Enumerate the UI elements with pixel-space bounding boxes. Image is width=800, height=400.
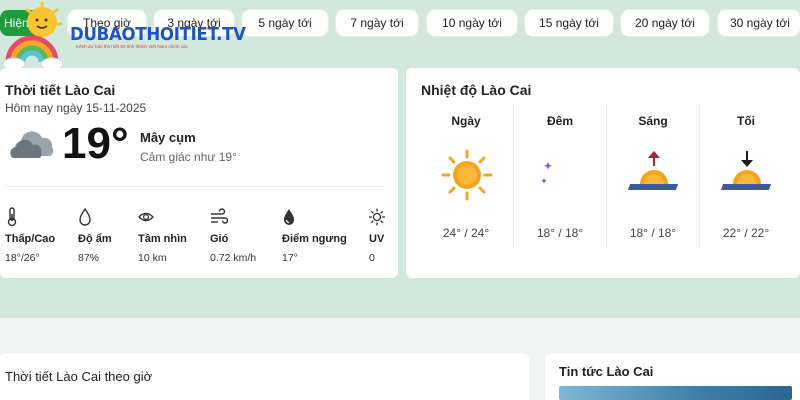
- droplet-icon: [79, 207, 91, 226]
- divider: [5, 186, 383, 187]
- period-night: Đêm 18° / 18°: [514, 104, 606, 248]
- sun-uv-icon: [369, 208, 385, 226]
- tab-15-ngay[interactable]: 15 ngày tới: [525, 10, 613, 36]
- stat-value: 0: [369, 252, 375, 264]
- news-title[interactable]: Tin tức Lào Cai: [559, 364, 653, 379]
- tab-30-ngay[interactable]: 30 ngày tới: [718, 10, 800, 36]
- current-date: Hôm nay ngày 15-11-2025: [5, 101, 147, 115]
- stat-wind: Gió 0.72 km/h: [210, 207, 282, 264]
- stat-label: Thấp/Cao: [5, 233, 56, 245]
- stat-value: 10 km: [138, 252, 167, 264]
- current-temperature: 19°: [62, 119, 129, 168]
- sun-icon: [441, 149, 493, 201]
- stat-label: Gió: [210, 233, 229, 245]
- moon-stars-icon: [540, 154, 578, 193]
- feels-like: Cảm giác như 19°: [140, 150, 237, 164]
- logo-tagline: Kênh dự báo thời tiết 63 tỉnh thành Việt…: [76, 44, 188, 49]
- tab-label: 30 ngày tới: [730, 16, 790, 30]
- eye-icon: [138, 212, 154, 222]
- thermometer-icon: [7, 207, 17, 227]
- rainbow-sun-logo-icon: [2, 2, 64, 70]
- period-value: 24° / 24°: [442, 226, 490, 240]
- sunrise-icon: [628, 151, 678, 190]
- period-label: Sáng: [638, 114, 668, 128]
- tab-10-ngay[interactable]: 10 ngày tới: [427, 10, 517, 36]
- stat-visibility: Tầm nhìn 10 km: [138, 207, 210, 264]
- stat-low-high: Thấp/Cao 18°/26°: [5, 207, 77, 264]
- period-label: Tối: [737, 114, 755, 128]
- temperature-title: Nhiệt độ Lào Cai: [421, 82, 532, 98]
- site-logo[interactable]: DUBAOTHOITIET.TV Kênh dự báo thời tiết 6…: [2, 2, 246, 70]
- period-value: 18° / 18°: [629, 226, 677, 240]
- period-evening: Tối 22° / 22°: [700, 104, 792, 248]
- tab-label: 20 ngày tới: [635, 16, 695, 30]
- stat-label: UV: [369, 233, 385, 245]
- stat-label: Điểm ngưng: [282, 233, 347, 245]
- stat-value: 0.72 km/h: [210, 252, 257, 264]
- tab-5-ngay[interactable]: 5 ngày tới: [242, 10, 328, 36]
- hourly-title: Thời tiết Lào Cai theo giờ: [5, 369, 153, 384]
- stat-value: 18°/26°: [5, 252, 40, 264]
- tab-7-ngay[interactable]: 7 ngày tới: [336, 10, 418, 36]
- tab-20-ngay[interactable]: 20 ngày tới: [621, 10, 709, 36]
- cloud-icon: [10, 131, 54, 158]
- dew-drop-icon: [284, 209, 294, 225]
- current-weather-title: Thời tiết Lào Cai: [5, 82, 116, 98]
- tab-label: 15 ngày tới: [539, 16, 599, 30]
- stat-value: 17°: [282, 252, 298, 264]
- logo-text: DUBAOTHOITIET.TV: [70, 24, 246, 45]
- tab-label: 5 ngày tới: [258, 16, 312, 30]
- period-value: 22° / 22°: [722, 226, 770, 240]
- period-morning: Sáng 18° / 18°: [607, 104, 699, 248]
- stat-label: Tầm nhìn: [138, 233, 187, 245]
- sunset-icon: [721, 151, 771, 190]
- period-value: 18° / 18°: [536, 226, 584, 240]
- tab-label: 7 ngày tới: [350, 16, 404, 30]
- period-label: Ngày: [451, 114, 481, 128]
- news-thumbnail[interactable]: [559, 386, 792, 400]
- stat-uv: UV 0: [369, 207, 399, 264]
- wind-icon: [211, 208, 228, 224]
- current-condition: Mây cụm: [140, 130, 196, 145]
- period-label: Đêm: [546, 114, 573, 128]
- tab-label: 10 ngày tới: [442, 16, 502, 30]
- stat-dew-point: Điểm ngưng 17°: [282, 207, 354, 264]
- period-day: Ngày 24° / 24°: [420, 104, 512, 248]
